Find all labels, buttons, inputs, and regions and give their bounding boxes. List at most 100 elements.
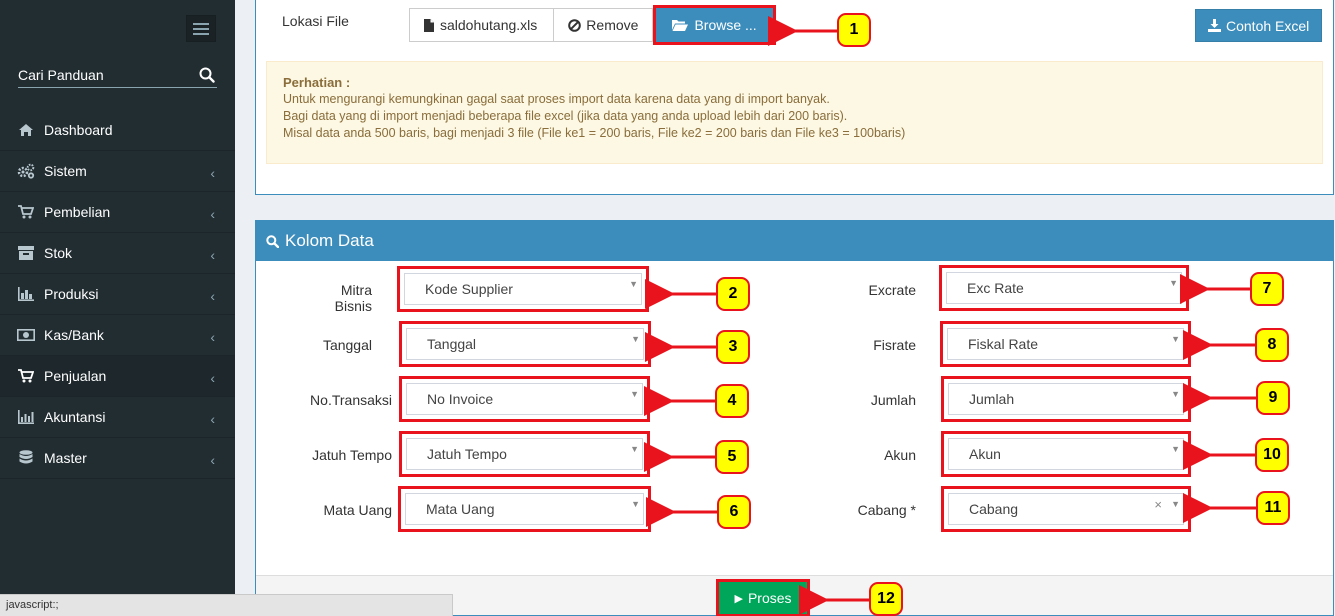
home-icon [17,122,35,138]
folder-open-icon [672,20,689,31]
sidebar-item-master[interactable]: Master ‹ [0,438,235,479]
money-icon [17,327,35,343]
select-fisrate[interactable]: Fiskal Rate ▼ [940,321,1191,367]
select-mata-uang[interactable]: Mata Uang ▼ [398,486,651,532]
proses-label: Proses [747,590,792,606]
sidebar-item-label: Sistem [44,163,87,179]
chevron-left-icon: ‹ [210,288,215,304]
cart-icon [17,204,35,220]
alert-line: Misal data anda 500 baris, bagi menjadi … [283,126,906,140]
select-value: Akun [969,446,1001,462]
file-icon [424,18,434,32]
select-value: Jumlah [969,391,1015,407]
database-icon [17,450,35,466]
sidebar-item-stok[interactable]: Stok ‹ [0,233,235,274]
search-icon [266,234,279,248]
callout-9: 9 [1256,381,1290,415]
alert-line: Bagi data yang di import menjadi beberap… [283,109,848,123]
field-label-akun: Akun [884,447,916,463]
kolom-data-header: Kolom Data [256,221,1333,261]
callout-11: 11 [1256,491,1290,525]
menu-toggle-button[interactable] [186,15,216,42]
sidebar-item-label: Penjualan [44,368,107,384]
select-value: Fiskal Rate [968,336,1039,352]
warning-alert: Perhatian : Untuk mengurangi kemungkinan… [266,61,1323,164]
caret-down-icon: ▼ [1171,389,1180,399]
caret-down-icon: ▼ [1169,278,1178,288]
select-mitra-bisnis[interactable]: Kode Supplier ▼ [397,266,649,312]
sidebar-item-penjualan[interactable]: Penjualan ‹ [0,356,235,397]
ban-icon [568,18,582,32]
callout-12: 12 [869,582,903,616]
callout-5: 5 [715,440,749,474]
sidebar-menu: Dashboard Sistem ‹ Pembelian ‹ Stok ‹ Pr… [0,110,235,479]
select-tanggal[interactable]: Tanggal ▼ [399,321,651,367]
field-label-fisrate: Fisrate [873,337,916,353]
kolom-data-box: Kolom Data Mitra Bisnis Kode Supplier ▼ … [255,220,1334,616]
search-icon[interactable] [199,67,215,83]
file-name-display: saldohutang.xls [409,8,555,42]
callout-6: 6 [717,495,751,529]
select-cabang[interactable]: Cabang × ▼ [941,486,1191,532]
caret-down-icon: ▼ [631,334,640,344]
remove-button[interactable]: Remove [554,8,654,42]
chevron-left-icon: ‹ [210,370,215,386]
select-jumlah[interactable]: Jumlah ▼ [941,376,1191,422]
alert-title: Perhatian : [283,75,351,90]
field-label-no-transaksi: No.Transaksi [310,392,392,408]
sidebar-item-pembelian[interactable]: Pembelian ‹ [0,192,235,233]
gears-icon [17,163,35,179]
sidebar-item-sistem[interactable]: Sistem ‹ [0,151,235,192]
bar-chart-icon [17,286,35,302]
line-chart-icon [17,409,35,425]
upload-box: Lokasi File saldohutang.xls Remove Brows… [255,0,1334,195]
file-name-text: saldohutang.xls [440,17,538,33]
callout-10: 10 [1255,438,1289,472]
select-value: Cabang [969,501,1019,517]
search-input[interactable]: Cari Panduan [18,67,104,83]
select-value: Kode Supplier [425,281,513,297]
callout-8: 8 [1255,328,1289,362]
play-icon: ▶ [734,592,743,605]
caret-down-icon: ▼ [630,444,639,454]
sidebar-search[interactable]: Cari Panduan [18,64,217,88]
caret-down-icon: ▼ [629,279,638,289]
select-akun[interactable]: Akun ▼ [941,431,1191,477]
caret-down-icon: ▼ [630,389,639,399]
file-input-group: saldohutang.xls Remove Browse ... [409,5,776,45]
contoh-excel-button[interactable]: Contoh Excel [1195,9,1323,42]
callout-2: 2 [716,277,750,311]
sidebar-item-label: Stok [44,245,73,261]
field-label-mitra-bisnis: Mitra Bisnis [334,282,372,314]
field-label-mata-uang: Mata Uang [323,502,392,518]
sidebar-item-produksi[interactable]: Produksi ‹ [0,274,235,315]
select-jatuh-tempo[interactable]: Jatuh Tempo ▼ [399,431,650,477]
caret-down-icon: ▼ [631,499,640,509]
select-excrate[interactable]: Exc Rate ▼ [939,265,1189,311]
sidebar-item-label: Dashboard [44,122,113,138]
select-value: Tanggal [427,336,477,352]
browse-label: Browse ... [694,17,757,33]
caret-down-icon: ▼ [1171,444,1180,454]
sidebar-item-kasbank[interactable]: Kas/Bank ‹ [0,315,235,356]
sidebar-item-label: Akuntansi [44,409,106,425]
select-value: Mata Uang [426,501,495,517]
sidebar-item-label: Pembelian [44,204,111,220]
clear-icon[interactable]: × [1154,497,1162,512]
sidebar-item-label: Master [44,450,87,466]
proses-button[interactable]: ▶ Proses [716,579,810,616]
field-label-tanggal: Tanggal [322,337,372,353]
sidebar-item-akuntansi[interactable]: Akuntansi ‹ [0,397,235,438]
callout-3: 3 [716,330,750,364]
select-value: Exc Rate [967,280,1024,296]
alert-line: Untuk mengurangi kemungkinan gagal saat … [283,92,830,106]
select-no-transaksi[interactable]: No Invoice ▼ [399,376,650,422]
main-content: Lokasi File saldohutang.xls Remove Brows… [235,0,1335,616]
archive-icon [17,245,35,261]
sidebar-item-dashboard[interactable]: Dashboard [0,110,235,151]
cart-icon [17,368,35,384]
chevron-left-icon: ‹ [210,411,215,427]
browse-button[interactable]: Browse ... [653,5,776,45]
caret-down-icon: ▼ [1171,499,1180,509]
sidebar-item-label: Produksi [44,286,99,302]
